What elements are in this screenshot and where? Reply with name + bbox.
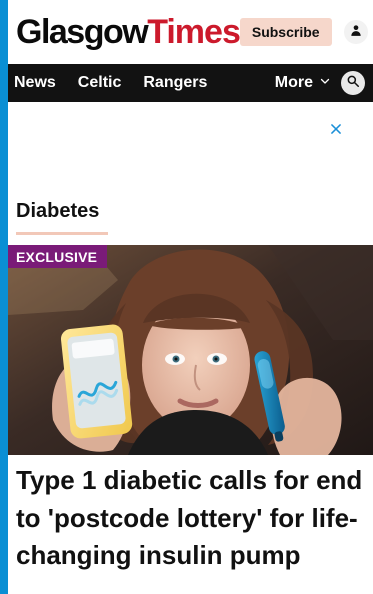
site-logo[interactable]: Glasgow Times xyxy=(16,13,241,51)
nav-item-news[interactable]: News xyxy=(14,75,56,91)
logo-times: Times xyxy=(147,13,241,51)
user-icon xyxy=(349,23,363,42)
site-header: Glasgow Times Subscribe xyxy=(8,0,373,64)
subscribe-button[interactable]: Subscribe xyxy=(239,18,332,46)
section-title[interactable]: Diabetes xyxy=(16,194,373,222)
hero-photo xyxy=(8,245,373,455)
nav-more-menu[interactable]: More xyxy=(275,75,331,91)
primary-nav: News Celtic Rangers More xyxy=(8,64,373,102)
section-header: Diabetes xyxy=(8,194,373,235)
nav-right: More xyxy=(275,71,365,95)
chevron-down-icon xyxy=(319,75,331,91)
exclusive-badge: EXCLUSIVE xyxy=(8,245,108,268)
ad-close-button[interactable] xyxy=(327,122,345,140)
nav-items: News Celtic Rangers xyxy=(14,75,207,91)
header-actions: Subscribe xyxy=(239,18,368,46)
nav-item-rangers[interactable]: Rangers xyxy=(143,75,207,91)
search-icon xyxy=(346,74,360,93)
section-underline xyxy=(16,232,108,235)
article-hero-image[interactable]: EXCLUSIVE xyxy=(8,245,373,455)
page: Glasgow Times Subscribe News Celtic Range… xyxy=(8,0,373,594)
article-headline[interactable]: Type 1 diabetic calls for end to 'postco… xyxy=(16,462,373,575)
logo-glasgow: Glasgow xyxy=(16,13,149,51)
close-icon xyxy=(329,122,343,141)
ad-slot xyxy=(8,102,373,194)
search-button[interactable] xyxy=(341,71,365,95)
nav-item-celtic[interactable]: Celtic xyxy=(78,75,122,91)
account-button[interactable] xyxy=(343,20,368,44)
nav-more-label: More xyxy=(274,74,313,91)
